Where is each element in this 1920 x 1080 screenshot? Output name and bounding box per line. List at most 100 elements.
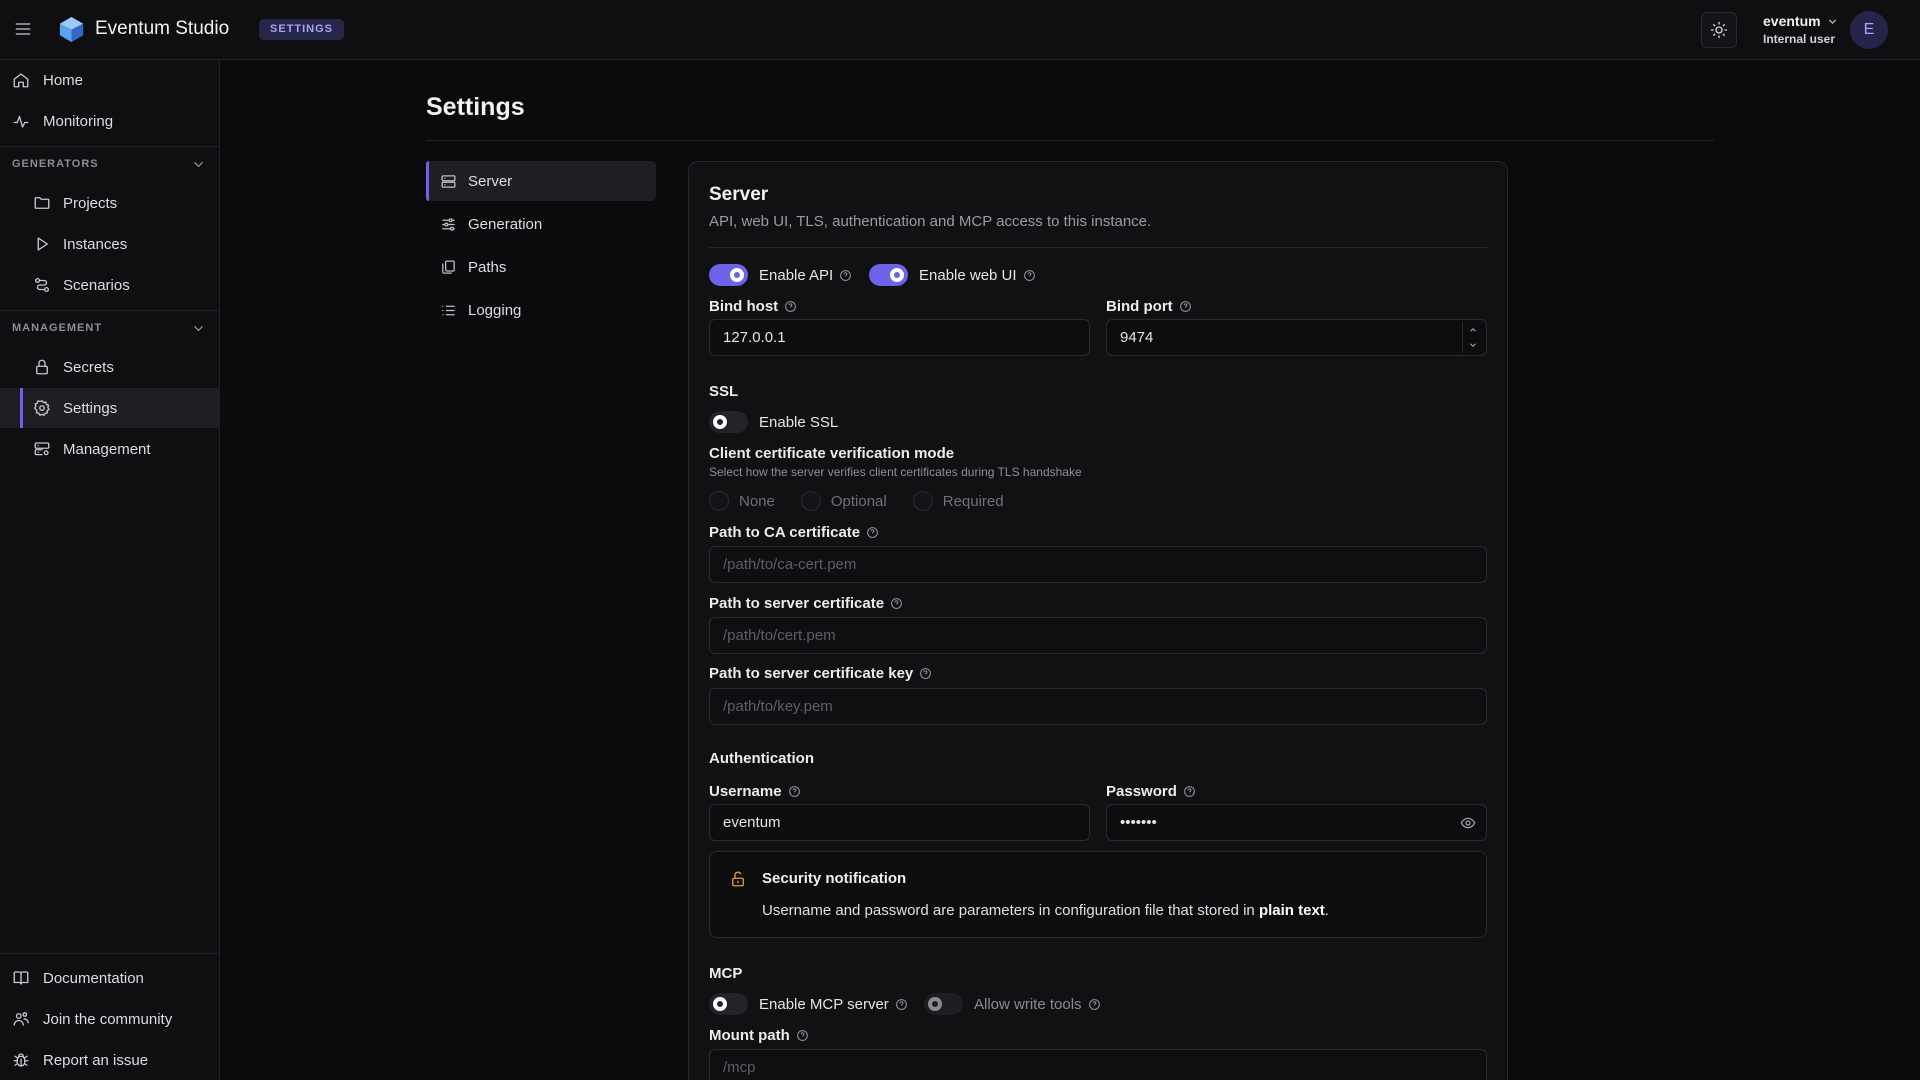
auth-heading: Authentication [709,750,814,767]
sidebar-item-management[interactable]: Management [0,429,219,469]
field-label-text: Mount path [709,1027,790,1044]
sidebar-item-report-issue[interactable]: Report an issue [0,1040,219,1080]
help-icon[interactable] [784,300,797,313]
username-label: Username [709,783,801,800]
notice-emphasis: plain text [1258,902,1325,919]
bind-port-label: Bind port [1106,298,1192,315]
tab-label: Server [468,172,513,190]
server-cert-input[interactable]: /path/to/cert.pem [709,617,1487,654]
sidebar-item-monitoring[interactable]: Monitoring [0,101,219,141]
verify-mode-label: Client certificate verification mode [709,445,955,462]
sidebar-item-secrets[interactable]: Secrets [0,347,219,387]
chevron-up-icon[interactable] [1463,322,1482,337]
sidebar: Home Monitoring GENERATORS Projects Inst… [0,60,220,1080]
scenario-icon [33,276,51,294]
tab-label: Logging [468,301,522,319]
enable-ssl-row: Enable SSL [709,411,838,433]
help-icon[interactable] [919,667,932,680]
radio-optional[interactable]: Optional [800,491,887,511]
avatar[interactable]: E [1850,11,1888,49]
server-settings-card: Server API, web UI, TLS, authentication … [688,161,1508,1080]
sidebar-divider [0,146,219,147]
tab-paths[interactable]: Paths [426,247,656,287]
mount-path-label: Mount path [709,1027,809,1044]
section-title: MANAGEMENT [12,322,103,334]
ca-cert-input[interactable]: /path/to/ca-cert.pem [709,546,1487,583]
sidebar-divider [0,953,219,954]
user-menu[interactable]: eventum Internal user [1763,13,1839,46]
sidebar-item-community[interactable]: Join the community [0,999,219,1039]
section-generators[interactable]: GENERATORS [0,152,219,176]
tab-label: Paths [468,258,507,276]
tab-server[interactable]: Server [426,161,656,201]
sidebar-item-projects[interactable]: Projects [0,183,219,223]
user-role: Internal user [1763,32,1836,46]
theme-toggle-button[interactable] [1701,12,1737,48]
help-icon[interactable] [796,1029,809,1042]
sidebar-item-label: Settings [63,399,118,417]
help-icon[interactable] [1088,998,1101,1011]
chevron-down-icon[interactable] [1463,337,1482,352]
sidebar-item-scenarios[interactable]: Scenarios [0,265,219,305]
hamburger-menu-icon[interactable] [13,19,33,39]
server-cert-label: Path to server certificate [709,595,903,612]
allow-write-tools-toggle[interactable] [924,993,963,1015]
enable-mcp-toggle[interactable] [709,993,748,1015]
bind-port-input[interactable]: 9474 [1106,319,1487,356]
help-icon[interactable] [866,526,879,539]
help-icon[interactable] [839,269,852,282]
enable-web-ui-toggle[interactable] [869,264,908,286]
help-icon[interactable] [1179,300,1192,313]
mount-path-input[interactable]: /mcp [709,1049,1487,1080]
eye-icon[interactable] [1460,815,1476,831]
bind-host-input[interactable]: 127.0.0.1 [709,319,1090,356]
enable-web-ui-row: Enable web UI [869,264,1036,286]
card-divider [709,247,1487,248]
enable-web-ui-label: Enable web UI [919,266,1017,284]
tab-logging[interactable]: Logging [426,290,656,330]
server-key-input[interactable]: /path/to/key.pem [709,688,1487,725]
username-input[interactable]: eventum [709,804,1090,841]
page-badge: SETTINGS [259,19,345,40]
help-icon[interactable] [890,597,903,610]
sidebar-item-home[interactable]: Home [0,60,219,100]
top-bar: Eventum Studio SETTINGS eventum Internal… [0,0,1920,60]
radio-none[interactable]: None [709,491,775,511]
tab-generation[interactable]: Generation [426,204,656,244]
enable-api-toggle[interactable] [709,264,748,286]
sidebar-item-label: Scenarios [63,276,130,294]
notice-title: Security notification [762,870,907,887]
sidebar-item-label: Instances [63,235,128,253]
sidebar-item-instances[interactable]: Instances [0,224,219,264]
port-stepper [1462,322,1482,353]
radio-label: Required [942,492,1004,510]
unlock-icon [729,870,747,888]
radio-required[interactable]: Required [912,491,1004,511]
ca-cert-label: Path to CA certificate [709,524,879,541]
sidebar-item-settings[interactable]: Settings [0,388,219,428]
allow-write-tools-row: Allow write tools [924,993,1101,1015]
bug-icon [12,1051,30,1069]
app-title: Eventum Studio [95,18,230,39]
field-label-text: Bind host [709,298,779,315]
sidebar-item-label: Documentation [43,969,144,987]
enable-ssl-toggle[interactable] [709,411,748,433]
help-icon[interactable] [1023,269,1036,282]
sidebar-item-label: Monitoring [43,112,114,130]
notice-body: Username and password are parameters in … [762,902,1329,919]
help-icon[interactable] [895,998,908,1011]
password-input[interactable]: ••••••• [1106,804,1487,841]
sidebar-item-documentation[interactable]: Documentation [0,958,219,998]
play-icon [33,235,51,253]
user-name: eventum [1763,13,1821,29]
list-icon [440,302,457,319]
server-key-label: Path to server certificate key [709,665,932,682]
security-notification: Security notification Username and passw… [709,851,1487,938]
sidebar-item-label: Management [63,440,151,458]
help-icon[interactable] [1183,785,1196,798]
sidebar-item-label: Home [43,71,84,89]
title-divider [426,140,1714,141]
help-icon[interactable] [788,785,801,798]
chevron-down-icon [1828,18,1836,24]
section-management[interactable]: MANAGEMENT [0,316,219,340]
